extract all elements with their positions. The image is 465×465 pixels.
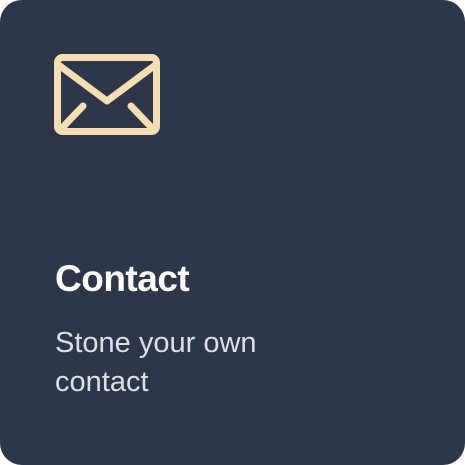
envelope-icon xyxy=(54,54,160,135)
card-title: Contact xyxy=(55,258,190,299)
card-description: Stone your own contact xyxy=(55,327,257,398)
contact-card[interactable]: Contact Stone your own contact xyxy=(0,0,465,465)
